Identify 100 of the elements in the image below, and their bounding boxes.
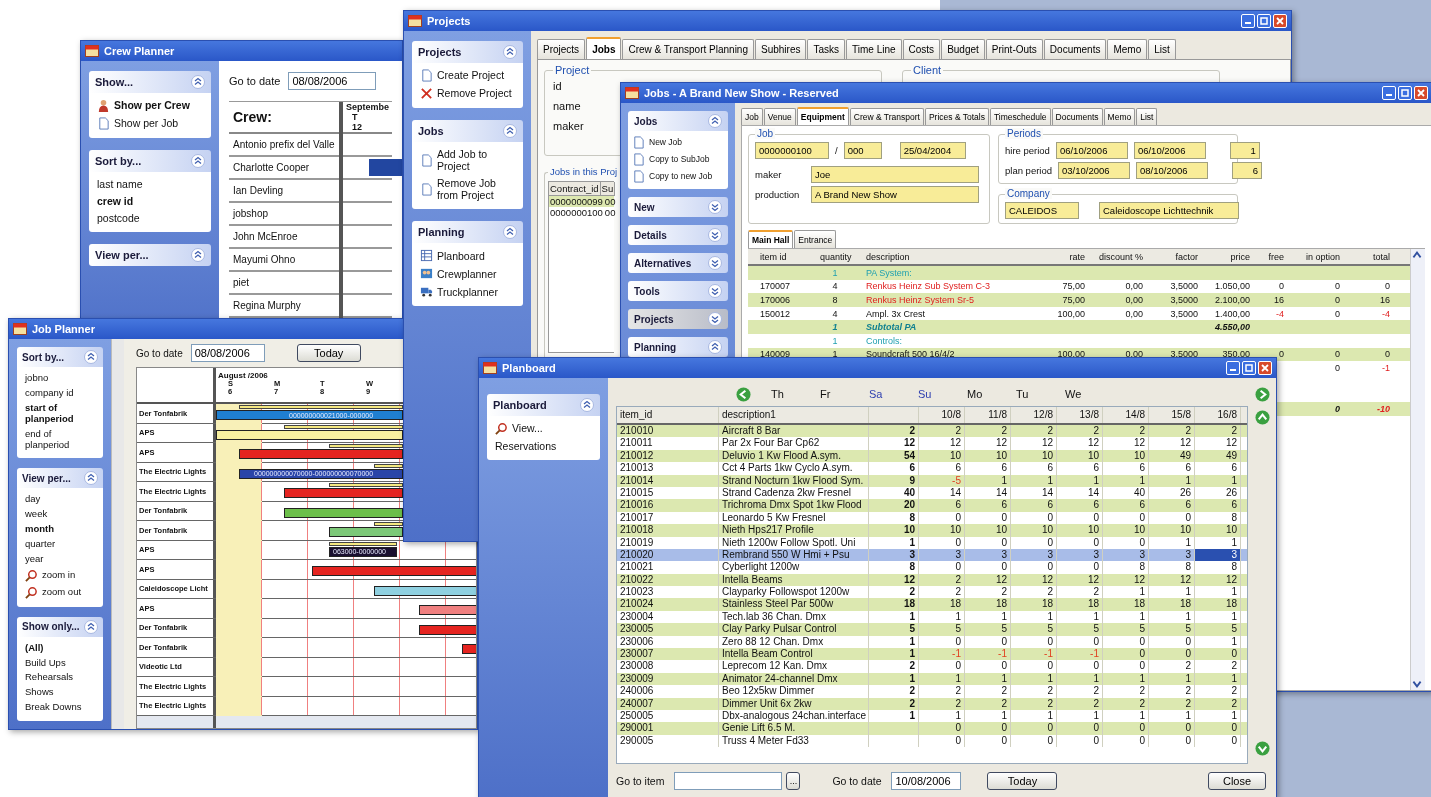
panel-item[interactable]: postcode [97, 212, 203, 225]
chevron-up-icon[interactable] [84, 350, 98, 364]
tab[interactable]: Time Line [846, 39, 902, 59]
chevron-up-icon[interactable] [84, 619, 98, 634]
crew-name[interactable]: Antonio prefix del Valle [229, 134, 339, 157]
chevron-up-icon[interactable] [580, 398, 594, 412]
date-field[interactable]: 08/08/2006 [190, 344, 265, 362]
tab[interactable]: Prices & Totals [924, 108, 989, 125]
tab[interactable]: Tasks [807, 39, 845, 59]
table-row[interactable]: 290001 Genie Lift 6.5 M. 0 0 0 0 0 0 0 [617, 722, 1247, 735]
arrow-up-icon[interactable] [1254, 410, 1270, 425]
panel-item[interactable]: quarter [25, 539, 95, 550]
tab[interactable]: Jobs [586, 37, 622, 59]
panel-item[interactable]: Planboard [420, 249, 515, 263]
close-button[interactable] [1258, 361, 1272, 375]
panel-item[interactable]: (All) [25, 642, 95, 654]
panel-item[interactable]: jobno [25, 373, 95, 384]
maximize-button[interactable] [1398, 86, 1412, 100]
crew-name[interactable]: Ian Devling [229, 180, 339, 203]
crew-name[interactable]: Charlotte Cooper [229, 157, 339, 180]
period-bar[interactable] [374, 463, 403, 468]
tab[interactable]: Memo [1107, 39, 1148, 59]
panel-header[interactable]: Sort by... [17, 347, 103, 367]
panel-item[interactable]: company id [25, 387, 95, 399]
panel-item[interactable]: end of planperiod [25, 428, 95, 451]
minimize-button[interactable] [1226, 361, 1240, 375]
table-row[interactable]: 230009 Animator 24-channel Dmx 1 1 1 1 1 1 1 1 [617, 672, 1247, 686]
tab[interactable]: Crew & Transport Planning [622, 39, 754, 59]
table-row[interactable]: 210019 Nieth 1200w Follow Spotl. Uni 1 0 0 0 0 0 1 1 [617, 536, 1247, 549]
job-bar[interactable] [329, 527, 403, 537]
crew-name[interactable]: John McEnroe [229, 226, 339, 249]
panel-header[interactable]: Jobs [412, 120, 523, 142]
chevron-up-icon[interactable] [503, 225, 517, 240]
table-row[interactable]: 210022 Intella Beams 12 2 12 12 12 12 12 12 [617, 573, 1247, 587]
tab[interactable]: Print-Outs [985, 39, 1043, 59]
panel-item[interactable]: zoom in [25, 568, 95, 582]
chevron-up-icon[interactable] [84, 471, 98, 486]
job-bar[interactable] [216, 429, 403, 440]
close-button[interactable] [1414, 86, 1428, 100]
table-row[interactable]: 210021 Cyberlight 1200w 8 0 0 0 0 8 8 8 [617, 561, 1247, 574]
company-name-field[interactable]: Caleidoscope Lichttechnik [1099, 202, 1239, 219]
panel-item[interactable]: Reservations [495, 440, 592, 453]
crew-name[interactable]: jobshop [229, 203, 339, 226]
table-row[interactable]: 230007 Intella Beam Control 1 -1 -1 -1 -1 0 0 0 [617, 648, 1247, 661]
table-row[interactable]: 230005 Clay Parky Pulsar Control 5 5 5 5 5 5 5 5 [617, 623, 1247, 636]
panel-item[interactable]: Break Downs [25, 702, 95, 714]
company-code-field[interactable]: CALEIDOS [1005, 202, 1079, 219]
panel-item[interactable]: year [25, 554, 95, 565]
panel-header[interactable]: Tools [628, 281, 728, 301]
browse-button[interactable]: ... [786, 772, 801, 790]
panel-item[interactable]: Rehearsals [25, 672, 95, 684]
panel-header[interactable]: Planning [412, 221, 523, 244]
table-row[interactable]: 240006 Beo 12x5kw Dimmer 2 2 2 2 2 2 2 2 [617, 685, 1247, 698]
tab[interactable]: Entrance [794, 230, 837, 248]
tab[interactable]: Venue [763, 108, 796, 125]
panel-header[interactable]: Details [628, 225, 728, 245]
panel-header[interactable]: New [628, 197, 728, 217]
table-row[interactable]: 290005 Truss 4 Meter Fd33 0 0 0 0 0 0 0 [617, 734, 1247, 748]
date-field[interactable]: 06/10/2006 [1133, 142, 1206, 159]
date-field[interactable]: 08/08/2006 [288, 72, 377, 90]
item-field[interactable] [674, 772, 783, 790]
tab[interactable]: List [1148, 39, 1176, 59]
scrollbar[interactable] [111, 339, 124, 729]
panel-item[interactable]: Add Job to Project [420, 148, 515, 173]
arrow-left-icon[interactable] [736, 386, 751, 402]
close-button[interactable] [1273, 14, 1287, 28]
arrow-right-icon[interactable] [1255, 386, 1270, 402]
job-bar[interactable] [419, 605, 476, 615]
chevron-up-icon[interactable] [708, 340, 722, 354]
panel-item[interactable]: last name [97, 178, 203, 191]
period-bar[interactable] [329, 483, 403, 487]
panel-item[interactable]: Build Ups [25, 657, 95, 669]
period-bar[interactable] [284, 424, 403, 429]
panel-item[interactable]: zoom out [25, 585, 95, 599]
production-field[interactable]: A Brand New Show [811, 186, 979, 203]
maximize-button[interactable] [1257, 14, 1271, 28]
chevron-down-icon[interactable] [708, 200, 722, 214]
table-row[interactable]: 240007 Dimmer Unit 6x 2kw 2 2 2 2 2 2 2 2 [617, 697, 1247, 710]
crew-name[interactable]: piet [229, 272, 339, 295]
panel-item[interactable]: crew id [97, 195, 203, 208]
period-bar[interactable] [329, 541, 397, 546]
panel-item[interactable]: day [25, 494, 95, 506]
tab[interactable]: Costs [902, 39, 941, 59]
chevron-up-icon[interactable] [503, 124, 517, 138]
chevron-up-icon[interactable] [191, 75, 205, 89]
table-row[interactable]: 210013 Cct 4 Parts 1kw Cyclo A.sym. 6 6 6 6 6 6 6 6 [617, 462, 1247, 475]
tab[interactable]: Projects [537, 39, 586, 59]
panel-item[interactable]: week [25, 509, 95, 521]
panel-item[interactable]: Remove Job from Project [420, 177, 515, 202]
chevron-up-icon[interactable] [708, 114, 722, 128]
panel-header[interactable]: Show... [89, 71, 211, 93]
arrow-down-icon[interactable] [1254, 741, 1270, 756]
table-row[interactable]: 210014 Strand Nocturn 1kw Flood Sym. 9 -5 1 1 1 1 1 1 [617, 474, 1247, 487]
chevron-up-icon[interactable] [503, 45, 517, 59]
table-row[interactable]: 230008 Leprecom 12 Kan. Dmx 2 0 0 0 0 0 2 2 [617, 660, 1247, 673]
panel-item[interactable]: Create Project [420, 69, 515, 82]
chevron-down-icon[interactable] [708, 256, 722, 270]
date-field[interactable]: 08/10/2006 [1136, 162, 1208, 179]
days-field[interactable]: 1 [1229, 142, 1260, 159]
days-field[interactable]: 6 [1232, 162, 1262, 179]
